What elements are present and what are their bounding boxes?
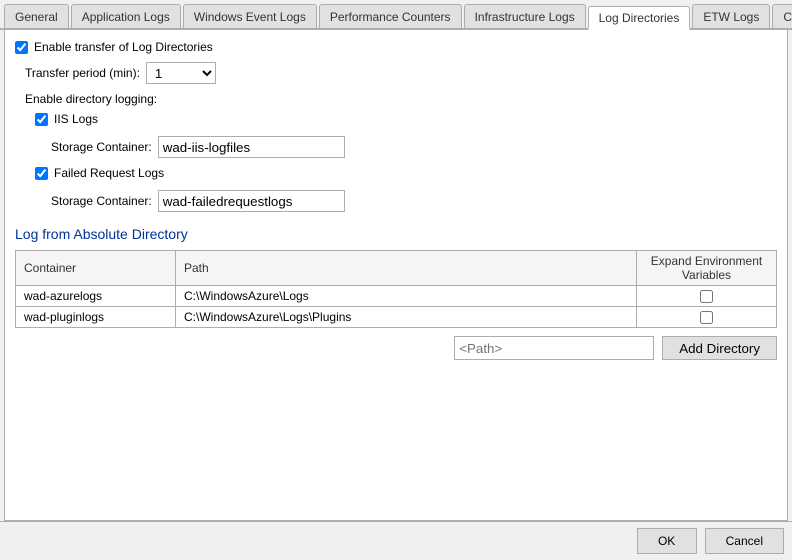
iis-storage-row: Storage Container: (51, 136, 777, 158)
ok-button[interactable]: OK (637, 528, 697, 554)
transfer-period-select[interactable]: 1 5 10 (146, 62, 216, 84)
failed-storage-row: Storage Container: (51, 190, 777, 212)
tab-bar: General Application Logs Windows Event L… (0, 0, 792, 30)
iis-logs-item: IIS Logs (35, 112, 777, 126)
iis-logs-group: IIS Logs (35, 112, 777, 130)
failed-request-checkbox[interactable] (35, 167, 48, 180)
failed-storage-input[interactable] (158, 190, 345, 212)
directory-table: Container Path Expand Environment Variab… (15, 250, 777, 328)
expand-env-checkbox[interactable] (700, 290, 713, 303)
transfer-period-row: Transfer period (min): 1 5 10 (25, 62, 777, 84)
tab-log-directories[interactable]: Log Directories (588, 6, 691, 30)
tab-content: Enable transfer of Log Directories Trans… (4, 30, 788, 521)
add-dir-row: Add Directory (15, 328, 777, 364)
enable-transfer-row: Enable transfer of Log Directories (15, 40, 777, 54)
table-cell-container: wad-pluginlogs (16, 307, 176, 328)
path-input[interactable] (454, 336, 654, 360)
col-header-container: Container (16, 251, 176, 286)
tab-infrastructure-logs[interactable]: Infrastructure Logs (464, 4, 586, 28)
table-cell-path: C:\WindowsAzure\Logs (176, 286, 637, 307)
footer: OK Cancel (0, 521, 792, 560)
tab-crash-dumps[interactable]: Crash Dumps (772, 4, 792, 28)
iis-logs-label: IIS Logs (54, 112, 98, 126)
table-cell-expand (637, 286, 777, 307)
main-window: General Application Logs Windows Event L… (0, 0, 792, 560)
failed-request-label: Failed Request Logs (54, 166, 164, 180)
col-header-path: Path (176, 251, 637, 286)
failed-request-item: Failed Request Logs (35, 166, 777, 180)
enable-transfer-checkbox[interactable] (15, 41, 28, 54)
table-cell-expand (637, 307, 777, 328)
col-header-expand: Expand Environment Variables (637, 251, 777, 286)
table-row: wad-pluginlogsC:\WindowsAzure\Logs\Plugi… (16, 307, 777, 328)
tab-application-logs[interactable]: Application Logs (71, 4, 181, 28)
iis-storage-input[interactable] (158, 136, 345, 158)
add-directory-button[interactable]: Add Directory (662, 336, 777, 360)
transfer-period-label: Transfer period (min): (25, 66, 140, 80)
enable-transfer-label: Enable transfer of Log Directories (34, 40, 213, 54)
failed-request-group: Failed Request Logs (35, 166, 777, 184)
iis-logs-checkbox[interactable] (35, 113, 48, 126)
table-cell-path: C:\WindowsAzure\Logs\Plugins (176, 307, 637, 328)
table-row: wad-azurelogsC:\WindowsAzure\Logs (16, 286, 777, 307)
tab-general[interactable]: General (4, 4, 69, 28)
iis-storage-label: Storage Container: (51, 140, 152, 154)
failed-storage-label: Storage Container: (51, 194, 152, 208)
cancel-button[interactable]: Cancel (705, 528, 784, 554)
tab-performance-counters[interactable]: Performance Counters (319, 4, 462, 28)
abs-dir-title: Log from Absolute Directory (15, 226, 777, 242)
tab-windows-event-logs[interactable]: Windows Event Logs (183, 4, 317, 28)
enable-dir-logging-label: Enable directory logging: (25, 92, 777, 106)
table-cell-container: wad-azurelogs (16, 286, 176, 307)
expand-env-checkbox[interactable] (700, 311, 713, 324)
tab-etw-logs[interactable]: ETW Logs (692, 4, 770, 28)
